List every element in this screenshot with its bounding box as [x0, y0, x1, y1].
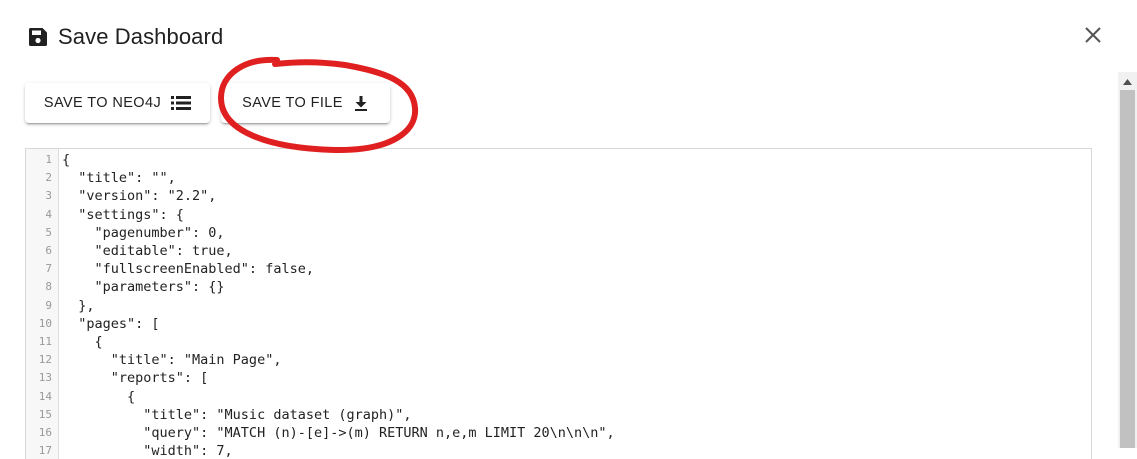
code-line: 6 "editable": true,	[26, 242, 1086, 260]
chevron-up-icon	[1123, 72, 1132, 90]
code-line: 12 "title": "Main Page",	[26, 351, 1086, 369]
code-line: 15 "title": "Music dataset (graph)",	[26, 406, 1086, 424]
code-text: "query": "MATCH (n)-[e]->(m) RETURN n,e,…	[62, 425, 615, 441]
code-line: 3 "version": "2.2",	[26, 187, 1086, 205]
code-line: 17 "width": 7,	[26, 442, 1086, 459]
code-line: 2 "title": "",	[26, 169, 1086, 187]
code-text: "version": "2.2",	[62, 188, 217, 205]
line-number: 6	[45, 244, 52, 257]
line-number: 8	[45, 280, 52, 294]
code-text: "title": "",	[62, 170, 176, 187]
code-text: "title": "Music dataset (graph)",	[62, 406, 412, 423]
code-text: },	[62, 297, 95, 314]
code-text: {	[62, 388, 136, 405]
dialog-header: Save Dashboard	[0, 0, 1137, 72]
save-to-neo4j-label: SAVE TO NEO4J	[43, 95, 162, 111]
line-number: 3	[45, 189, 52, 203]
scroll-up-arrow[interactable]	[1118, 72, 1137, 89]
line-number: 11	[38, 335, 52, 348]
code-text: "editable": true,	[62, 243, 233, 259]
code-line: 1{	[26, 151, 1086, 169]
storage-list-icon	[171, 95, 192, 111]
line-number: 4	[45, 207, 52, 221]
line-number: 16	[38, 426, 52, 439]
code-line: 14 {	[26, 388, 1086, 406]
code-text: "parameters": {}	[62, 279, 225, 296]
code-text: {	[62, 334, 103, 350]
line-number: 7	[45, 262, 52, 276]
line-number: 9	[45, 298, 52, 312]
close-button[interactable]	[1078, 22, 1108, 52]
json-code-editor[interactable]: 1{2 "title": "", 3 "version": "2.2", 4 "se…	[25, 148, 1092, 459]
save-to-neo4j-button[interactable]: SAVE TO NEO4J	[25, 83, 210, 123]
scrollbar-thumb[interactable]	[1120, 90, 1135, 448]
close-icon	[1084, 26, 1102, 49]
code-line: 16 "query": "MATCH (n)-[e]->(m) RETURN n…	[26, 424, 1086, 442]
dialog-title: Save Dashboard	[58, 24, 224, 49]
code-text: "reports": [	[62, 370, 209, 387]
code-text: "pages": [	[62, 315, 160, 332]
code-line: 10 "pages": [	[26, 315, 1086, 333]
code-line: 5 "pagenumber": 0,	[26, 224, 1086, 242]
code-text: "title": "Main Page",	[62, 352, 282, 369]
line-number: 17	[38, 444, 52, 458]
code-line: 9 },	[26, 297, 1086, 315]
code-line: 4 "settings": {	[26, 206, 1086, 224]
code-text: "width": 7,	[62, 443, 233, 459]
line-number: 13	[38, 371, 52, 385]
line-number: 5	[45, 225, 52, 239]
save-to-file-label: SAVE TO FILE	[242, 95, 343, 111]
line-number: 12	[38, 353, 52, 367]
line-number: 14	[38, 389, 52, 403]
code-line: 7 "fullscreenEnabled": false,	[26, 260, 1086, 278]
code-line: 13 "reports": [	[26, 369, 1086, 387]
line-number: 2	[45, 171, 52, 185]
floppy-disk-icon	[28, 27, 48, 47]
line-number: 15	[38, 407, 52, 421]
line-number: 1	[45, 153, 52, 166]
code-text: "settings": {	[62, 206, 184, 223]
line-number: 10	[38, 316, 52, 330]
code-text: {	[62, 152, 71, 168]
code-line: 8 "parameters": {}	[26, 278, 1086, 296]
save-to-file-button[interactable]: SAVE TO FILE	[221, 83, 390, 123]
dialog-content: SAVE TO NEO4J SAVE TO FILE 1{2 "title": …	[0, 72, 1118, 459]
download-icon	[353, 95, 369, 111]
code-text: "pagenumber": 0,	[62, 224, 225, 241]
code-text: "fullscreenEnabled": false,	[62, 261, 314, 278]
code-line: 11 {	[26, 333, 1086, 351]
